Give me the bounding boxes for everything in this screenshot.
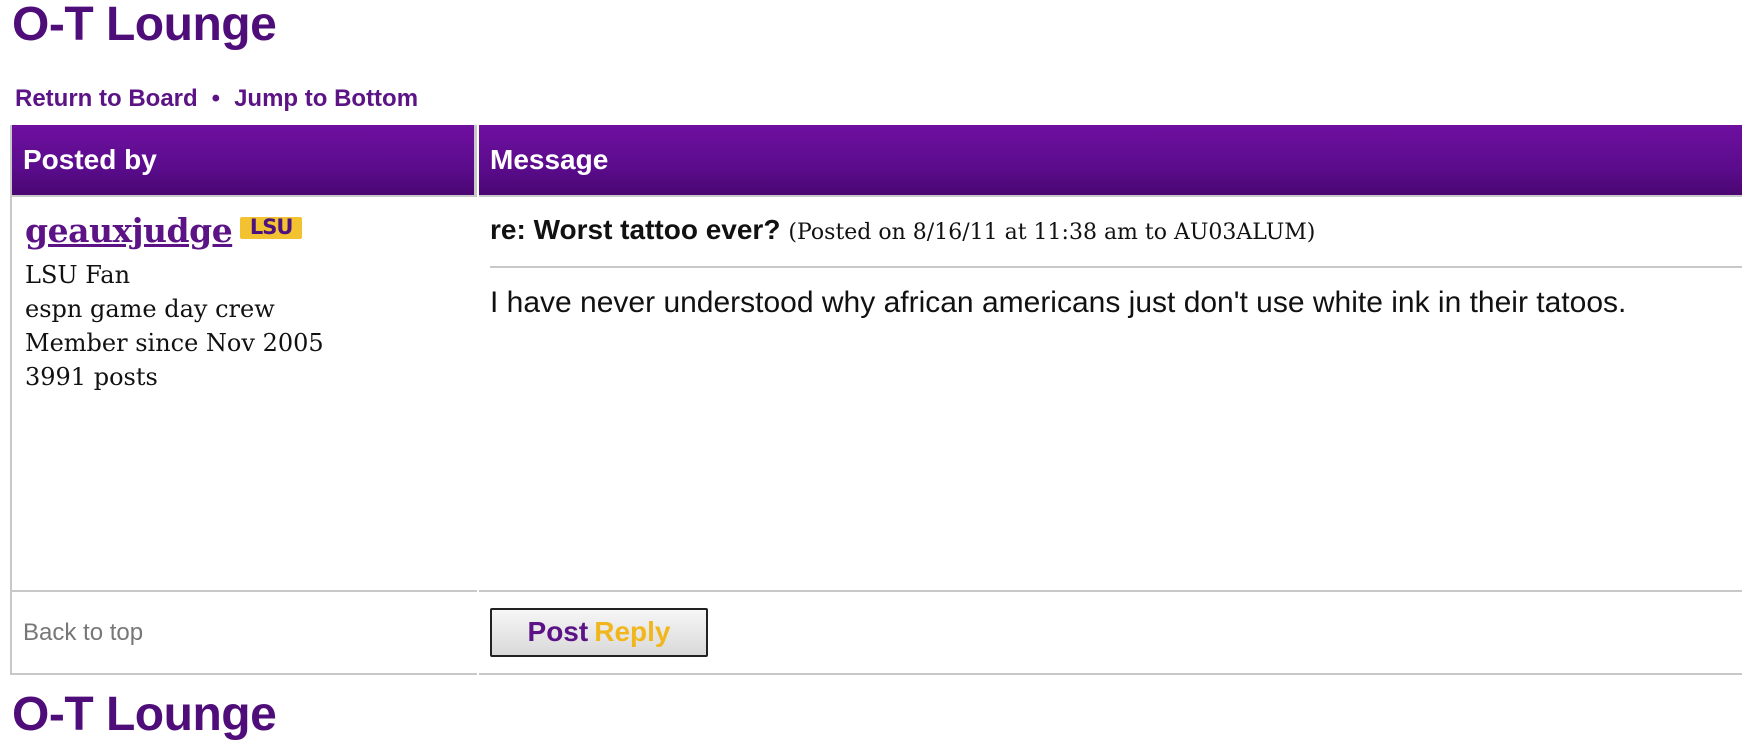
nav-separator: • (211, 85, 221, 112)
user-title-line: espn game day crew (25, 295, 275, 323)
message-header: Message (479, 125, 1742, 195)
reply-cell: Post Reply (479, 590, 1742, 675)
user-fan-line: LSU Fan (25, 261, 131, 289)
posted-by-header: Posted by (12, 125, 477, 195)
page-title: O-T Lounge (12, 0, 277, 51)
username-link[interactable]: geauxjudge (25, 211, 233, 250)
back-to-top-cell: Back to top (12, 590, 477, 675)
post-reply-button[interactable]: Post Reply (490, 608, 708, 657)
badge-text: LSU (249, 217, 294, 239)
post-reply-label-reply: Reply (594, 616, 671, 647)
message-divider (490, 266, 1742, 268)
post-reply-label-post: Post (527, 616, 589, 647)
member-since-line: Member since Nov 2005 (25, 329, 324, 357)
thread-table: Posted by Message geauxjudge LSU LSU Fan … (10, 125, 1742, 675)
user-info: LSU Fan espn game day crew Member since … (25, 258, 477, 394)
message-body: I have never understood why african amer… (490, 286, 1627, 319)
jump-to-bottom-link[interactable]: Jump to Bottom (234, 85, 418, 112)
lsu-badge-icon: LSU (240, 217, 303, 239)
return-to-board-link[interactable]: Return to Board (15, 85, 198, 112)
post-count-line: 3991 posts (25, 363, 158, 391)
message-cell: re: Worst tattoo ever? (Posted on 8/16/11… (479, 195, 1742, 590)
post-subject: re: Worst tattoo ever? (490, 214, 781, 245)
subject-line: re: Worst tattoo ever? (Posted on 8/16/11… (490, 213, 1742, 250)
post-meta: (Posted on 8/16/11 at 11:38 am to AU03AL… (788, 220, 1316, 245)
author-cell: geauxjudge LSU LSU Fan espn game day crew… (12, 195, 477, 590)
thread-nav: Return to Board • Jump to Bottom (15, 84, 418, 114)
bottom-page-title: O-T Lounge (12, 688, 277, 741)
back-to-top-link[interactable]: Back to top (23, 619, 143, 646)
